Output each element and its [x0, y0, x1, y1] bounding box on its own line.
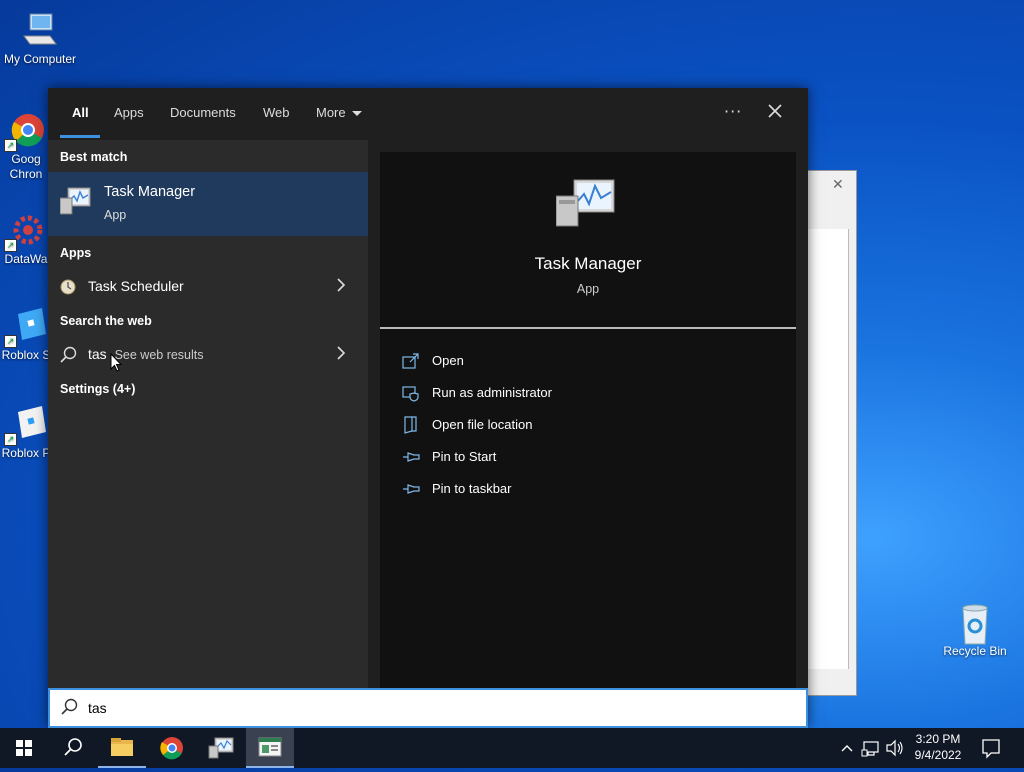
best-match-name: Task Manager: [104, 184, 196, 200]
app-result-label: Task Scheduler: [88, 278, 184, 294]
search-box[interactable]: [48, 688, 808, 728]
start-button[interactable]: [0, 728, 48, 768]
desktop-icon-label: My Computer: [3, 52, 77, 66]
best-match-type: App: [104, 208, 127, 222]
active-tab-indicator: [60, 135, 100, 138]
taskbar-active-app[interactable]: [246, 728, 294, 768]
action-label: Run as administrator: [432, 385, 552, 400]
web-result-label: tas See web results: [88, 346, 204, 362]
search-tabs-bar: All Apps Documents Web More ···: [48, 88, 808, 140]
chrome-icon: ↗: [4, 110, 46, 152]
action-run-as-administrator[interactable]: Run as administrator: [402, 380, 782, 408]
network-tray[interactable]: [860, 728, 882, 768]
web-query: tas: [88, 346, 107, 362]
app-result-task-scheduler[interactable]: Task Scheduler: [48, 270, 368, 304]
action-open-file-location[interactable]: Open file location: [402, 412, 782, 440]
shortcut-arrow-icon: ↗: [4, 433, 17, 446]
tab-web[interactable]: Web: [263, 105, 290, 120]
action-label: Open: [432, 353, 464, 368]
detail-title: Task Manager: [534, 254, 642, 273]
open-icon: [402, 353, 419, 369]
volume-tray[interactable]: [884, 728, 906, 768]
file-explorer-icon: [111, 738, 133, 756]
task-manager-icon: [555, 178, 616, 234]
show-hidden-icons-button[interactable]: [838, 728, 856, 768]
best-match-result[interactable]: Task Manager App: [48, 172, 368, 236]
detail-pane: Task Manager App Open Run as administrat…: [380, 152, 796, 688]
tab-more-label: More: [316, 105, 346, 120]
network-icon: [861, 741, 879, 757]
desktop-icon-label: Recycle Bin: [943, 644, 1007, 658]
action-label: Open file location: [432, 417, 533, 432]
gear-icon: ↗: [4, 210, 46, 252]
pin-icon: [403, 452, 420, 462]
shortcut-arrow-icon: ↗: [4, 335, 17, 348]
action-label: Pin to Start: [432, 449, 497, 464]
roblox-player-icon: ↗: [4, 404, 46, 446]
shield-icon: [402, 386, 419, 402]
section-search-web: Search the web: [60, 314, 152, 328]
roblox-studio-icon: ↗: [4, 306, 46, 348]
taskbar-chrome[interactable]: [148, 728, 196, 768]
task-manager-icon: [59, 186, 92, 220]
desktop-icon-my-computer[interactable]: My Computer: [0, 10, 80, 66]
search-input[interactable]: [86, 696, 790, 720]
clock-time: 3:20 PM: [915, 732, 961, 746]
shortcut-arrow-icon: ↗: [4, 139, 17, 152]
task-manager-icon: [208, 737, 234, 759]
desktop-icon-recycle-bin[interactable]: Recycle Bin: [935, 602, 1015, 658]
tab-more[interactable]: More: [316, 105, 362, 120]
volume-icon: [886, 739, 903, 757]
search-icon: [60, 346, 78, 368]
taskbar-search-button[interactable]: [48, 728, 96, 768]
section-apps: Apps: [60, 246, 92, 260]
search-icon: [61, 698, 78, 715]
tab-all[interactable]: All: [72, 105, 89, 120]
file-location-icon: [404, 416, 417, 434]
web-suffix: See web results: [114, 348, 204, 362]
action-pin-to-start[interactable]: Pin to Start: [402, 444, 782, 472]
section-best-match: Best match: [60, 150, 128, 164]
app-icon: [258, 737, 282, 757]
close-icon[interactable]: ✕: [832, 177, 844, 193]
background-window-content: [808, 229, 849, 669]
detail-divider: [380, 327, 796, 329]
tab-documents[interactable]: Documents: [170, 105, 236, 120]
chevron-down-icon: [351, 111, 362, 117]
system-clock[interactable]: 3:20 PM 9/4/2022: [906, 731, 970, 763]
action-open[interactable]: Open: [402, 348, 782, 376]
taskbar: 3:20 PM 9/4/2022: [0, 728, 1024, 768]
background-window[interactable]: ✕: [807, 170, 857, 696]
more-options-button[interactable]: ···: [724, 102, 742, 121]
recycle-bin-icon: [955, 602, 995, 645]
action-label: Pin to taskbar: [432, 481, 512, 496]
search-flyout: All Apps Documents Web More ··· Best mat…: [48, 88, 808, 728]
shortcut-arrow-icon: ↗: [4, 239, 17, 252]
section-settings[interactable]: Settings (4+): [60, 382, 135, 396]
action-pin-to-taskbar[interactable]: Pin to taskbar: [402, 476, 782, 504]
results-pane: Best match Task Manager App Apps Task Sc…: [48, 140, 368, 688]
search-icon: [64, 738, 82, 756]
chevron-up-icon: [841, 745, 853, 752]
chrome-icon: [160, 737, 183, 760]
close-button[interactable]: [764, 100, 786, 122]
taskbar-task-manager[interactable]: [197, 728, 245, 768]
taskbar-file-explorer[interactable]: [98, 728, 146, 768]
detail-subtitle: App: [576, 282, 600, 296]
notification-icon: [982, 739, 1000, 759]
close-icon: [768, 104, 782, 118]
chevron-right-icon[interactable]: [336, 346, 346, 360]
mouse-cursor-icon: [110, 353, 122, 372]
start-icon: [16, 740, 32, 756]
computer-icon: [20, 10, 60, 50]
notifications-button[interactable]: [976, 728, 1006, 768]
tab-apps[interactable]: Apps: [114, 105, 144, 120]
web-result[interactable]: tas See web results: [48, 338, 368, 372]
clock-date: 9/4/2022: [914, 748, 962, 762]
chevron-right-icon[interactable]: [336, 278, 346, 292]
pin-icon: [403, 484, 420, 494]
task-scheduler-icon: [60, 279, 76, 299]
